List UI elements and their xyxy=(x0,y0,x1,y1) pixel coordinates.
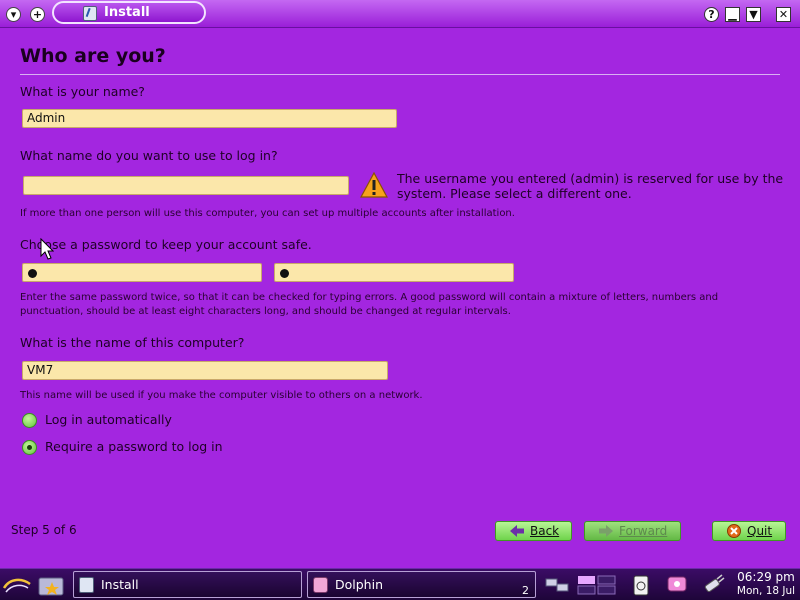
task-label: Dolphin xyxy=(335,577,383,592)
password-mask-dot xyxy=(280,269,289,278)
window-title-tab[interactable]: Install xyxy=(52,1,206,24)
notification-icon[interactable] xyxy=(664,573,690,597)
folder-star-icon[interactable] xyxy=(36,572,68,598)
taskbar: Install Dolphin 2 06:29 pm Mon, 18 Jul xyxy=(0,568,800,600)
task-count-badge: 2 xyxy=(522,584,529,597)
forward-button-label: Forward xyxy=(619,524,668,538)
password-confirm-field[interactable] xyxy=(274,263,514,282)
start-menu-icon[interactable] xyxy=(2,572,32,598)
login-name-field[interactable] xyxy=(23,176,349,195)
clock-time: 06:29 pm xyxy=(737,570,795,584)
installer-icon xyxy=(83,6,97,21)
radio-button[interactable] xyxy=(22,413,37,428)
password-mask-dot xyxy=(28,269,37,278)
plus-icon[interactable]: + xyxy=(30,7,45,22)
network-icon[interactable] xyxy=(544,573,570,597)
maximize-icon[interactable]: ▼ xyxy=(746,7,761,22)
password-hint: Enter the same password twice, so that i… xyxy=(20,292,719,317)
login-name-warning: The username you entered (admin) is rese… xyxy=(397,171,784,201)
dolphin-icon xyxy=(313,577,328,593)
back-arrow-icon xyxy=(510,525,524,537)
installer-icon xyxy=(79,577,94,593)
page-title: Who are you? xyxy=(20,45,166,67)
step-indicator: Step 5 of 6 xyxy=(11,523,77,537)
mouse-cursor-icon xyxy=(40,238,54,260)
help-icon[interactable]: ? xyxy=(704,7,719,22)
taskbar-task-dolphin[interactable]: Dolphin 2 xyxy=(307,571,536,598)
radio-button[interactable] xyxy=(22,440,37,455)
forward-button[interactable]: Forward xyxy=(584,521,681,541)
radio-label: Require a password to log in xyxy=(45,439,223,454)
password-field[interactable] xyxy=(22,263,262,282)
taskbar-clock[interactable]: 06:29 pm Mon, 18 Jul xyxy=(734,570,798,598)
task-label: Install xyxy=(101,577,139,592)
title-bar: ▾ + Install ? ▁ ▼ ✕ xyxy=(0,0,800,28)
back-button[interactable]: Back xyxy=(495,521,572,541)
computer-name-hint: This name will be used if you make the c… xyxy=(20,390,423,401)
power-plug-icon[interactable] xyxy=(700,573,726,597)
quit-button-label: Quit xyxy=(747,524,773,538)
taskbar-task-install[interactable]: Install xyxy=(73,571,302,598)
clipboard-icon[interactable] xyxy=(628,573,654,597)
forward-arrow-icon xyxy=(599,525,613,537)
computer-name-label: What is the name of this computer? xyxy=(20,335,245,350)
warning-icon xyxy=(360,172,388,198)
login-name-label: What name do you want to use to log in? xyxy=(20,148,278,163)
login-name-hint: If more than one person will use this co… xyxy=(20,208,515,219)
heading-divider xyxy=(20,74,780,75)
quit-button[interactable]: Quit xyxy=(712,521,786,541)
clock-date: Mon, 18 Jul xyxy=(736,585,796,597)
window-title: Install xyxy=(104,5,150,20)
password-label: Choose a password to keep your account s… xyxy=(20,237,312,252)
minimize-icon[interactable]: ▁ xyxy=(725,7,740,22)
workspace-switcher-icon[interactable] xyxy=(576,573,618,597)
quit-icon xyxy=(727,524,741,538)
chevron-down-icon[interactable]: ▾ xyxy=(6,7,21,22)
close-icon[interactable]: ✕ xyxy=(776,7,791,22)
radio-label: Log in automatically xyxy=(45,412,172,427)
name-label: What is your name? xyxy=(20,84,145,99)
name-field[interactable]: Admin xyxy=(22,109,397,128)
computer-name-field[interactable]: VM7 xyxy=(22,361,388,380)
back-button-label: Back xyxy=(530,524,560,538)
